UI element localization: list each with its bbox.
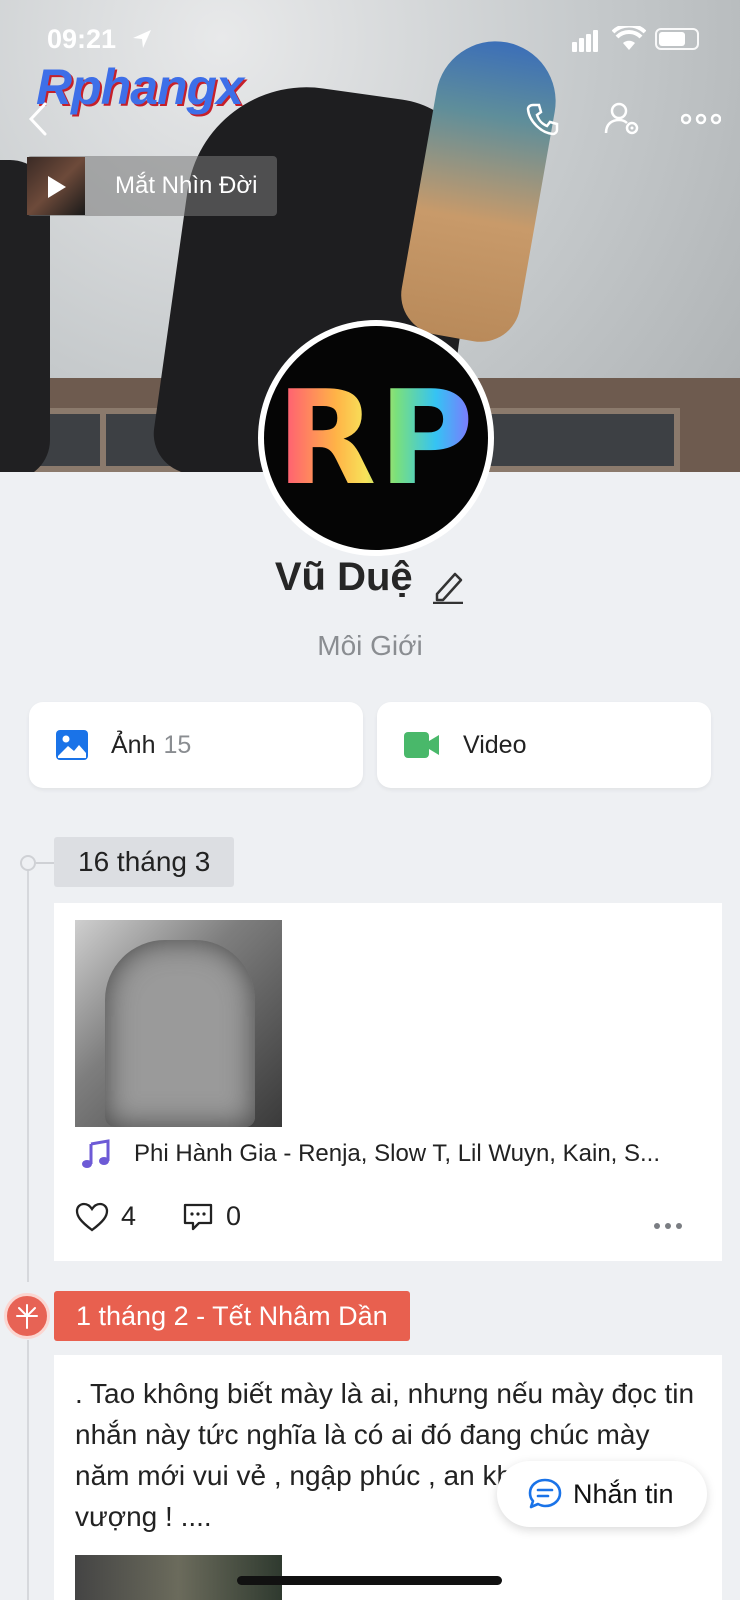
- music-note-icon: [82, 1139, 110, 1168]
- play-icon[interactable]: [48, 176, 66, 198]
- post-reactions: 4 0: [75, 1201, 287, 1232]
- watermark-logo: Rphangx: [36, 59, 244, 115]
- comment-icon[interactable]: [182, 1202, 214, 1232]
- user-settings-icon: [604, 102, 639, 135]
- battery-icon: [655, 28, 699, 50]
- image-icon: [56, 730, 88, 760]
- video-camera-icon: [404, 732, 439, 758]
- cover-music-player[interactable]: Mắt Nhìn Đời: [27, 156, 277, 216]
- video-label: Video: [463, 730, 527, 759]
- timeline-line-2: [27, 1340, 29, 1600]
- photos-label: Ảnh: [111, 730, 156, 759]
- more-options-button[interactable]: [678, 96, 724, 142]
- location-icon: [133, 30, 151, 48]
- comment-count: 0: [226, 1201, 242, 1231]
- message-button[interactable]: Nhắn tin: [497, 1461, 707, 1527]
- timeline-connector: [36, 862, 54, 864]
- wifi-icon: [612, 26, 646, 50]
- music-thumbnail: [27, 157, 85, 215]
- timeline-line: [27, 862, 29, 1282]
- post-music[interactable]: Phi Hành Gia - Renja, Slow T, Lil Wuyn, …: [80, 1139, 694, 1169]
- timeline-dot: [20, 855, 36, 871]
- cover-music-title: Mắt Nhìn Đời: [115, 172, 258, 199]
- ellipsis-icon: [681, 113, 721, 125]
- status-bar: 09:21: [0, 20, 740, 60]
- avatar-logo-text: RP: [276, 362, 476, 514]
- edit-name-icon[interactable]: [431, 568, 465, 604]
- timeline-post[interactable]: Phi Hành Gia - Renja, Slow T, Lil Wuyn, …: [54, 903, 722, 1261]
- avatar[interactable]: RP: [258, 320, 494, 556]
- video-button[interactable]: Video: [377, 702, 711, 788]
- photos-button[interactable]: Ảnh 15: [29, 702, 363, 788]
- fireworks-icon: [4, 1293, 50, 1339]
- post-more-icon[interactable]: [649, 1223, 682, 1229]
- like-count: 4: [121, 1201, 137, 1231]
- heart-icon[interactable]: [75, 1202, 109, 1232]
- profile-subtitle: Môi Giới: [317, 630, 423, 661]
- cellular-signal-icon: [572, 30, 600, 52]
- message-button-label: Nhắn tin: [573, 1478, 674, 1509]
- chat-bubble-icon: [528, 1478, 562, 1509]
- profile-name-row: Vũ Duệ: [0, 555, 740, 604]
- profile-settings-button[interactable]: [600, 96, 646, 142]
- timeline-date-holiday: 1 tháng 2 - Tết Nhâm Dần: [54, 1291, 410, 1341]
- chevron-left-icon: [28, 102, 47, 136]
- call-button[interactable]: [520, 96, 566, 142]
- profile-name: Vũ Duệ: [274, 555, 413, 599]
- post-photo[interactable]: [75, 920, 282, 1127]
- timeline-date: 16 tháng 3: [54, 837, 235, 887]
- post-music-title: Phi Hành Gia - Renja, Slow T, Lil Wuyn, …: [134, 1140, 661, 1167]
- photos-count: 15: [163, 730, 192, 759]
- status-time: 09:21: [47, 24, 117, 54]
- phone-icon: [526, 103, 559, 136]
- home-indicator[interactable]: [237, 1576, 502, 1585]
- back-button[interactable]: [16, 96, 62, 142]
